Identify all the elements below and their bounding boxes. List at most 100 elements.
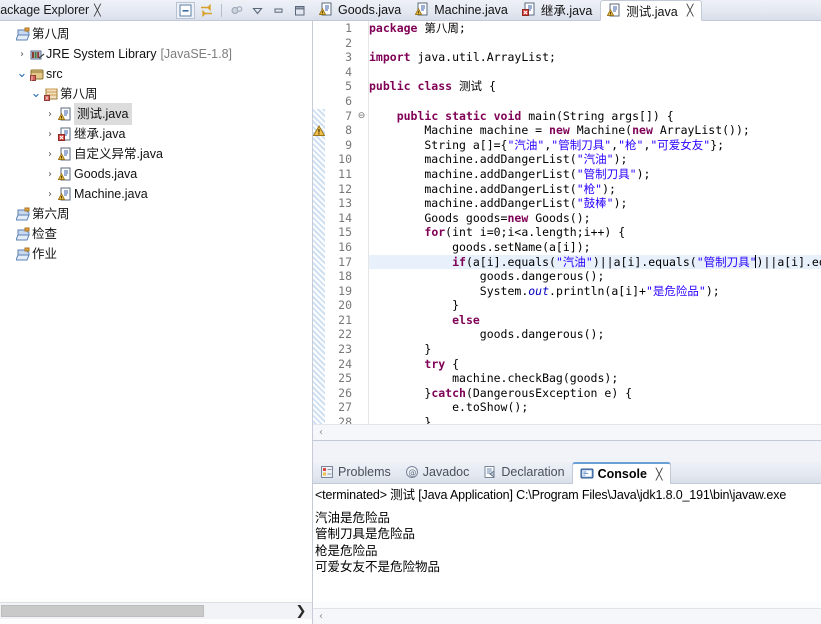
tree-item-9[interactable]: 第六周 (0, 204, 312, 224)
minimize-icon[interactable] (269, 2, 288, 19)
code-line[interactable]: goods.dangerous(); (369, 327, 821, 342)
code-line[interactable]: String a[]={"汽油","管制刀具","枪","可爱女友"}; (369, 138, 821, 153)
code-line[interactable]: } (369, 298, 821, 313)
code-line[interactable]: public class 测试 { (369, 79, 821, 94)
console-tab-console[interactable]: Console ╳ (571, 462, 671, 484)
chevron-down-icon[interactable]: ⌄ (16, 67, 28, 80)
eclipse-ide-window: Package Explorer ╳ 第八周 › JRE System Libr… (0, 0, 821, 624)
line-number: 27 (338, 400, 352, 415)
code-line[interactable]: e.toShow(); (369, 400, 821, 415)
console-tab-javadoc[interactable]: @ Javadoc (398, 461, 477, 483)
link-with-editor-icon[interactable] (197, 2, 216, 19)
view-menu-icon[interactable] (248, 2, 267, 19)
line-number: 21 (338, 312, 352, 327)
chevron-down-icon[interactable]: ⌄ (30, 87, 42, 100)
code-line[interactable]: machine.addDangerList("鼓棒"); (369, 196, 821, 211)
chevron-right-icon[interactable]: › (44, 109, 56, 120)
code-token-kw: package (369, 21, 418, 35)
chevron-right-icon[interactable]: › (44, 149, 56, 160)
collapse-all-glyph (179, 4, 192, 17)
editor-area: Goods.java Machine.java 继承.java 测试.java ╳ 12… (313, 0, 821, 624)
focus-on-active-task-icon[interactable] (227, 2, 246, 19)
line-number: 23 (338, 342, 352, 357)
code-line[interactable]: Machine machine = new Machine(new ArrayL… (369, 123, 821, 138)
tree-item-1[interactable]: › JRE System Library [JavaSE-1.8] (0, 44, 312, 64)
code-line[interactable] (369, 94, 821, 109)
tree-item-label: 作业 (32, 247, 58, 261)
code-line[interactable]: machine.addDangerList("枪"); (369, 182, 821, 197)
code-line[interactable]: goods.setName(a[i]); (369, 240, 821, 255)
fold-toggle-icon[interactable]: ⊖ (355, 109, 368, 124)
maximize-icon[interactable] (290, 2, 309, 19)
explorer-scroll-thumb[interactable] (1, 605, 204, 617)
chevron-right-icon[interactable]: › (44, 189, 56, 200)
editor-tab-测试-java[interactable]: 测试.java ╳ (600, 0, 703, 21)
text-cursor (755, 254, 756, 268)
console-tab-declaration[interactable]: Declaration (476, 461, 571, 483)
code-editor[interactable]: 1 2 3 4 5 6 7 8 9 10 11 12 13 14 15 16 17 18 19 20 21 22 23 24 2… (313, 21, 821, 441)
project-tree[interactable]: 第八周 › JRE System Library [JavaSE-1.8] ⌄ Jsrc ⌄… (0, 21, 312, 599)
tree-item-10[interactable]: 检查 (0, 224, 312, 244)
tree-item-5[interactable]: › 继承.java (0, 124, 312, 144)
code-line[interactable] (369, 36, 821, 51)
code-line[interactable]: public static void main(String args[]) { (369, 109, 821, 124)
tree-item-3[interactable]: ⌄ x 第八周 (0, 84, 312, 104)
code-line[interactable]: if(a[i].equals("汽油")||a[i].equals("管制刀具"… (369, 254, 821, 270)
close-icon[interactable]: ╳ (687, 4, 694, 17)
code-token-plain: Goods(); (528, 210, 591, 225)
code-line[interactable] (369, 65, 821, 80)
scroll-left-icon[interactable]: ‹ (313, 609, 329, 624)
warning-marker-icon[interactable] (313, 124, 326, 140)
chevron-right-icon[interactable]: › (44, 129, 56, 140)
console-output[interactable]: <terminated> 测试 [Java Application] C:\Pr… (313, 484, 821, 602)
tree-item-8[interactable]: › Machine.java (0, 184, 312, 204)
editor-tab-Machine-java[interactable]: Machine.java (409, 0, 516, 20)
editor-tab-继承-java[interactable]: 继承.java (516, 0, 600, 20)
code-line[interactable]: System.out.println(a[i]+"是危险品"); (369, 284, 821, 299)
code-token-plain: }; (710, 137, 725, 152)
code-line[interactable]: machine.addDangerList("汽油"); (369, 152, 821, 167)
line-number: 26 (338, 385, 352, 400)
code-line[interactable]: machine.addDangerList("管制刀具"); (369, 167, 821, 182)
code-line[interactable]: } (369, 342, 821, 357)
code-line[interactable]: machine.checkBag(goods); (369, 371, 821, 386)
close-icon[interactable]: ╳ (656, 468, 663, 481)
tree-item-0[interactable]: 第八周 (0, 24, 312, 44)
code-line[interactable]: try { (369, 357, 821, 372)
chevron-right-icon[interactable]: › (44, 169, 56, 180)
package-explorer-toolbar (176, 2, 309, 19)
console-tab-problems[interactable]: Problems (313, 461, 398, 483)
code-line[interactable]: import java.util.ArrayList; (369, 50, 821, 65)
code-folding-column[interactable]: ⊖ (355, 21, 369, 440)
scroll-right-icon[interactable]: ❯ (290, 604, 312, 619)
tree-item-11[interactable]: 作业 (0, 244, 312, 264)
editor-tab-Goods-java[interactable]: Goods.java (313, 0, 409, 20)
code-line[interactable]: goods.dangerous(); (369, 269, 821, 284)
chevron-right-icon[interactable]: › (16, 49, 28, 60)
code-line[interactable]: }catch(DangerousException e) { (369, 386, 821, 401)
console-tab-label: Declaration (501, 465, 565, 479)
tree-item-2[interactable]: ⌄ Jsrc (0, 64, 312, 84)
editor-marker-column[interactable] (313, 21, 326, 440)
scroll-left-icon[interactable]: ‹ (313, 425, 329, 440)
code-line[interactable]: package 第八周; (369, 21, 821, 36)
tree-item-6[interactable]: › 自定义异常.java (0, 144, 312, 164)
code-text-area[interactable]: package 第八周; import java.util.ArrayList; p… (369, 21, 821, 440)
close-icon[interactable]: ╳ (94, 4, 101, 17)
code-line[interactable]: for(int i=0;i<a.length;i++) { (369, 225, 821, 240)
javadoc-icon: @ (405, 465, 419, 479)
line-number: 3 (345, 50, 352, 65)
editor-horizontal-scrollbar[interactable]: ‹ (313, 424, 821, 440)
collapse-all-icon[interactable] (176, 2, 195, 19)
explorer-horizontal-scrollbar[interactable]: ❯ (0, 602, 312, 619)
console-horizontal-scrollbar[interactable]: ‹ (313, 608, 821, 624)
line-number: 15 (338, 225, 352, 240)
tree-item-7[interactable]: › Goods.java (0, 164, 312, 184)
code-line[interactable]: else (369, 313, 821, 328)
tree-item-4[interactable]: › 测试.java (0, 103, 312, 125)
code-line[interactable]: Goods goods=new Goods(); (369, 211, 821, 226)
